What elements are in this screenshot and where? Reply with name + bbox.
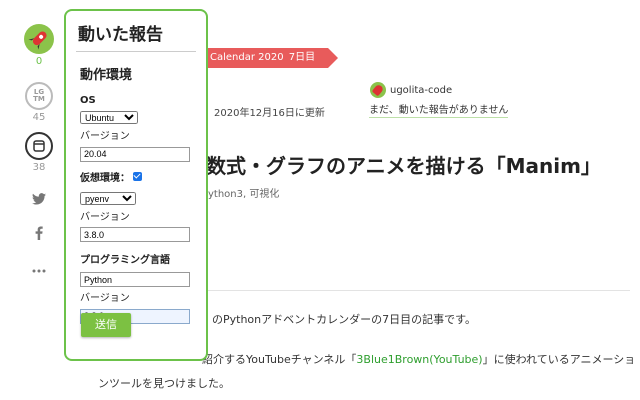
env-heading: 動作環境	[80, 68, 133, 83]
venv-select[interactable]: pyenv	[80, 191, 136, 205]
stock-icon	[25, 132, 53, 160]
submit-button[interactable]: 送信	[81, 313, 131, 337]
lgtm-icon: LG TM	[25, 82, 53, 110]
article-tags[interactable]: ython3, 可視化	[208, 185, 279, 200]
os-version-label: バージョン	[80, 131, 130, 142]
rocket-avatar-icon	[24, 24, 54, 54]
more-dots-icon	[32, 269, 46, 273]
stock-button[interactable]: 38	[24, 132, 54, 173]
lang-input[interactable]	[80, 272, 190, 287]
advent-calendar-ribbon[interactable]: Calendar 2020 7日目	[198, 48, 338, 68]
paragraph-2: 紹介するYouTubeチャンネル「3Blue1Brown(YouTube)」に使…	[202, 351, 635, 367]
popup-title: 動いた報告	[76, 19, 196, 52]
facebook-icon	[35, 226, 43, 240]
lang-label: プログラミング言語	[80, 255, 170, 266]
author-link[interactable]: ugolita-code	[370, 82, 452, 98]
like-count: 0	[35, 56, 43, 67]
paragraph-2-text: 紹介するYouTubeチャンネル「	[202, 353, 357, 366]
lgtm-button[interactable]: LG TM 45	[24, 82, 54, 123]
venv-checkbox[interactable]	[133, 171, 142, 181]
author-avatar	[370, 82, 386, 98]
twitter-share-button[interactable]	[24, 190, 54, 209]
os-version-input[interactable]	[80, 146, 190, 162]
os-select[interactable]: Ubuntu	[80, 111, 138, 124]
venv-version-label: バージョン	[80, 211, 130, 223]
lang-version-label: バージョン	[80, 293, 130, 304]
youtube-link[interactable]: 3Blue1Brown(YouTube)	[356, 353, 482, 366]
venv-label: 仮想環境：	[80, 172, 130, 184]
stock-count: 38	[32, 162, 46, 173]
report-status: まだ、動いた報告がありません	[369, 101, 509, 118]
os-label: OS	[80, 95, 96, 106]
venv-row: 仮想環境：	[80, 169, 192, 184]
more-button[interactable]	[24, 258, 54, 277]
paragraph-2-text-end: 」に使われているアニメーショ	[482, 353, 636, 366]
paragraph-1: のPythonアドベントカレンダーの7日目の記事です。	[212, 313, 477, 326]
article-title: 数式・グラフのアニメを描ける「Manim」	[206, 154, 601, 178]
author-name: ugolita-code	[390, 84, 453, 96]
twitter-icon	[32, 193, 46, 205]
paragraph-3: ンツールを見つけました。	[98, 377, 230, 390]
report-popup: 動いた報告 動作環境 OS Ubuntu バージョン 仮想環境： pyenv バ…	[64, 9, 208, 361]
like-button[interactable]: 0	[24, 24, 54, 67]
updated-date: 2020年12月16日に更新	[214, 108, 325, 119]
facebook-share-button[interactable]	[24, 225, 54, 244]
venv-version-input[interactable]	[80, 227, 190, 242]
lgtm-count: 45	[32, 112, 46, 123]
